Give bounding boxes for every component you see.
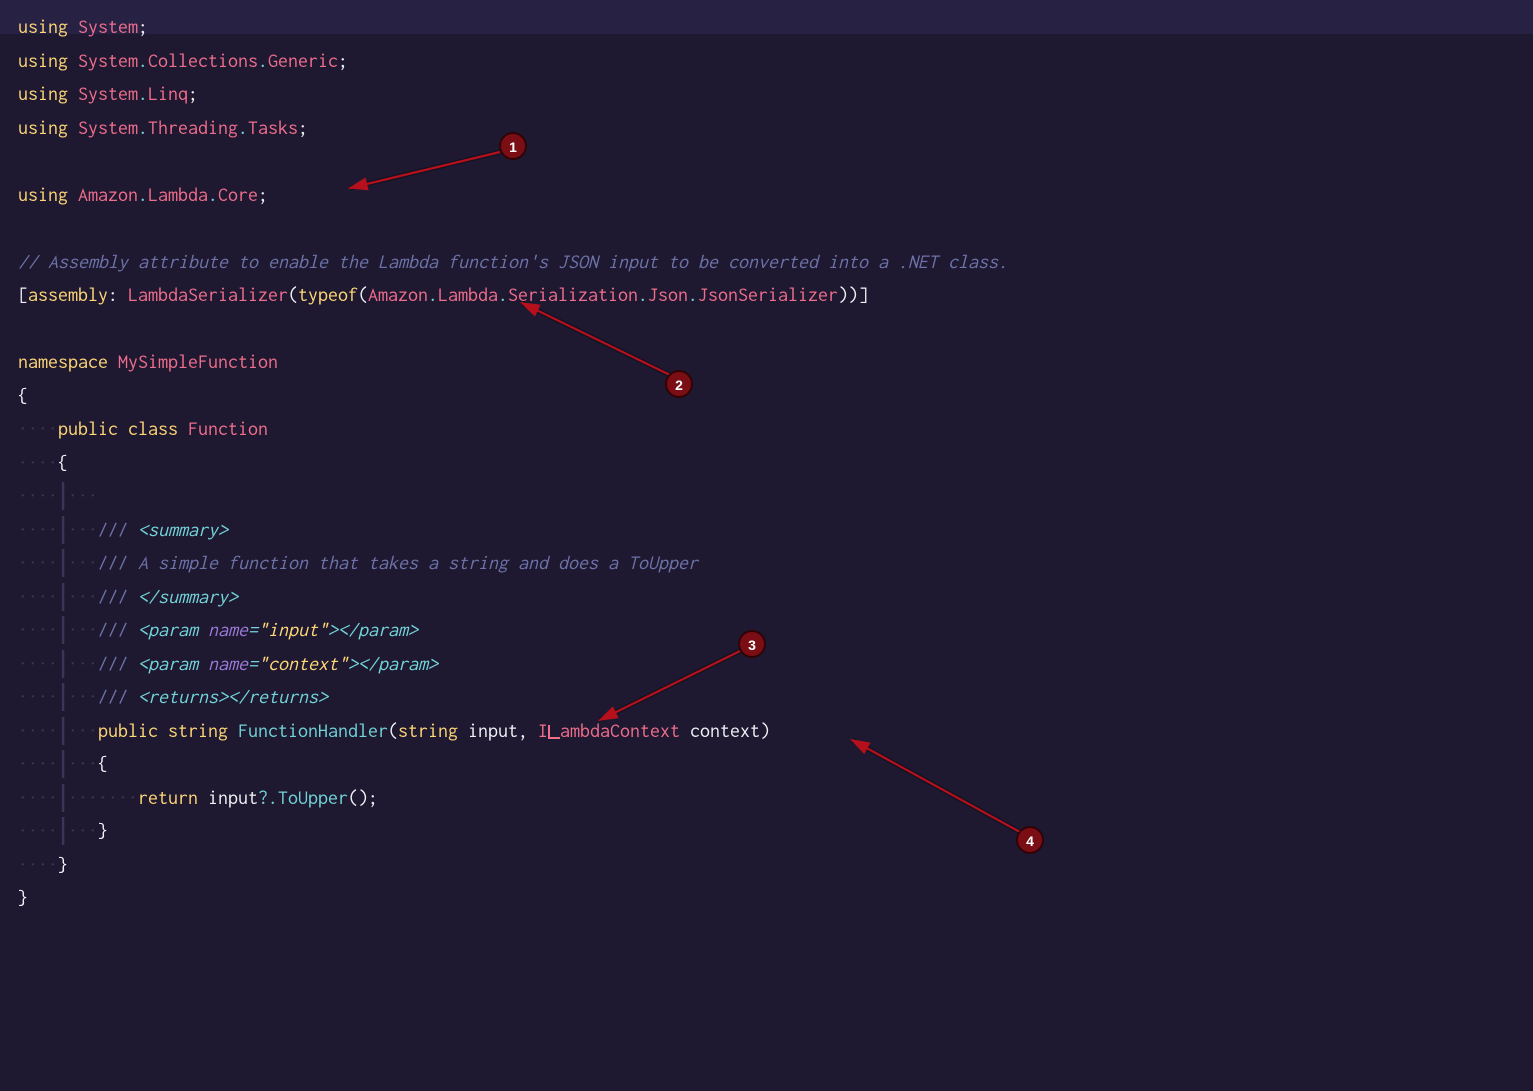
code-line: ····│···/// <param name="input"></param>: [18, 613, 1515, 647]
code-line: // Assembly attribute to enable the Lamb…: [18, 245, 1515, 279]
code-line: using System.Linq;: [18, 77, 1515, 111]
code-line: using Amazon.Lambda.Core;: [18, 178, 1515, 212]
error-squiggle-icon: [548, 725, 560, 739]
code-line: [18, 144, 1515, 178]
code-line: ····│···/// <param name="context"></para…: [18, 647, 1515, 681]
code-line: ····public class Function: [18, 412, 1515, 446]
code-line: ····│·······return input?.ToUpper();: [18, 781, 1515, 815]
code-line: using System.Collections.Generic;: [18, 44, 1515, 78]
code-line: ····│···: [18, 479, 1515, 513]
code-line: }: [18, 881, 1515, 915]
code-line: ····}: [18, 848, 1515, 882]
code-line: using System.Threading.Tasks;: [18, 111, 1515, 145]
code-line: ····│···/// A simple function that takes…: [18, 546, 1515, 580]
code-line: ····│···/// <returns></returns>: [18, 680, 1515, 714]
code-line: ····│···/// </summary>: [18, 580, 1515, 614]
code-line: ····│···public string FunctionHandler(st…: [18, 714, 1515, 748]
code-line: ····│···{: [18, 747, 1515, 781]
code-line: [18, 312, 1515, 346]
code-line: ····│···/// <summary>: [18, 513, 1515, 547]
code-editor: using System;using System.Collections.Ge…: [18, 10, 1515, 915]
code-line: [18, 211, 1515, 245]
code-line: using System;: [18, 10, 1515, 44]
code-line: [assembly: LambdaSerializer(typeof(Amazo…: [18, 278, 1515, 312]
code-line: ····{: [18, 446, 1515, 480]
code-line: {: [18, 379, 1515, 413]
code-line: ····│···}: [18, 814, 1515, 848]
code-line: namespace MySimpleFunction: [18, 345, 1515, 379]
